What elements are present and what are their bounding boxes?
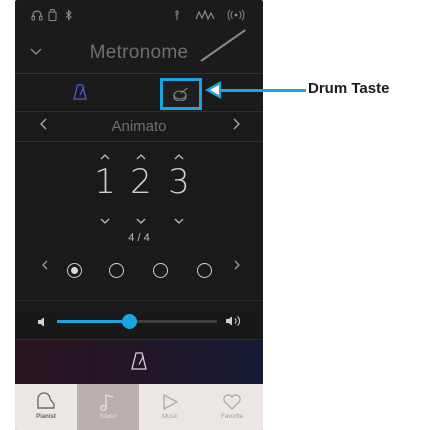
usb-drive-icon xyxy=(48,9,57,21)
pattern-radio-2[interactable] xyxy=(109,263,124,278)
beat-3-down-icon[interactable] xyxy=(164,212,194,230)
tab-pianist[interactable]: Pianist xyxy=(15,384,77,430)
volume-thumb[interactable] xyxy=(122,314,137,329)
tempo-row: Animato xyxy=(15,112,263,142)
tab-favorite-label: Favorite xyxy=(221,414,243,420)
beat-selector: 1 2 3 4 / 4 xyxy=(15,142,263,252)
pattern-radio-1[interactable] xyxy=(67,263,82,278)
pattern-prev-button[interactable] xyxy=(41,258,49,274)
beat-2-down-icon[interactable] xyxy=(126,212,156,230)
volume-row xyxy=(15,300,263,340)
tab-music-label: Music xyxy=(162,414,178,420)
volume-low-icon xyxy=(37,315,47,333)
pattern-radio-3[interactable] xyxy=(153,263,168,278)
time-signature: 4 / 4 xyxy=(128,232,150,244)
wireless-icon xyxy=(227,9,245,21)
piano-icon xyxy=(37,392,55,409)
volume-fill xyxy=(57,320,129,323)
pattern-radio-4[interactable] xyxy=(197,263,212,278)
beat-digit-2: 2 xyxy=(130,162,152,202)
tab-favorite[interactable]: Favorite xyxy=(201,384,263,430)
music-note-icon xyxy=(100,394,114,411)
tab-bar: Pianist Sound Music Favorite xyxy=(15,384,263,430)
pattern-selector xyxy=(15,252,263,288)
beat-1-down-icon[interactable] xyxy=(90,212,120,230)
tab-pianist-label: Pianist xyxy=(36,414,56,420)
tab-sound[interactable]: Sound xyxy=(77,384,139,430)
volume-high-icon xyxy=(225,314,243,333)
drum-taste-button[interactable] xyxy=(160,78,202,110)
heart-icon xyxy=(223,394,241,410)
callout-label: Drum Taste xyxy=(308,80,390,97)
app-screen: Metronome Animato 1 2 3 4 / 4 Pianist So… xyxy=(15,0,263,430)
start-stop-button[interactable] xyxy=(15,340,263,384)
callout-line xyxy=(218,89,306,92)
beat-digit-3: 3 xyxy=(168,162,190,202)
tab-music[interactable]: Music xyxy=(139,384,201,430)
headphones-icon xyxy=(31,9,43,21)
metronome-icon xyxy=(131,352,147,370)
beat-digit-1: 1 xyxy=(94,162,116,202)
mode-row xyxy=(15,74,263,112)
volume-slider[interactable] xyxy=(57,314,217,329)
metronome-mode-button[interactable] xyxy=(73,84,87,105)
header: Metronome xyxy=(15,29,263,74)
play-icon xyxy=(163,393,179,411)
audio-transpose-icon xyxy=(173,9,181,21)
tempo-next-button[interactable] xyxy=(231,117,241,136)
pattern-next-button[interactable] xyxy=(233,258,241,274)
bluetooth-icon xyxy=(65,9,73,21)
tab-sound-label: Sound xyxy=(99,414,117,420)
status-bar xyxy=(15,0,263,34)
touch-curve-icon xyxy=(195,9,217,21)
canvas: Metronome Animato 1 2 3 4 / 4 Pianist So… xyxy=(0,0,422,430)
tempo-name: Animato xyxy=(111,118,167,135)
page-title: Metronome xyxy=(89,42,189,63)
drum-icon xyxy=(173,87,188,101)
callout-arrow-inner xyxy=(210,85,219,95)
